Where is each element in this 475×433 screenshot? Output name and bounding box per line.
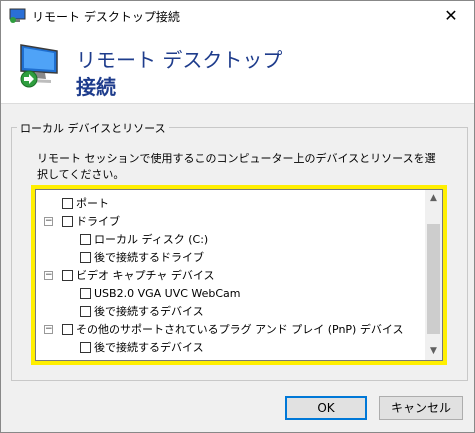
group-legend: ローカル デバイスとリソース [17, 120, 169, 136]
device-tree-list[interactable]: ポート − ドライブ ローカル ディスク (C:) 後で接続するドライブ − ビ… [35, 189, 443, 361]
checkbox[interactable] [80, 306, 91, 317]
dialog-window: リモート デスクトップ接続 ✕ リモート デスクトップ 接続 ローカル デバイス… [0, 0, 475, 433]
tree-item-label: ローカル ディスク (C:) [94, 233, 209, 246]
tree-item[interactable]: ローカル ディスク (C:) [44, 231, 424, 249]
checkbox[interactable] [62, 324, 73, 335]
tree-item[interactable]: USB2.0 VGA UVC WebCam [44, 285, 424, 303]
header-divider [1, 103, 474, 104]
checkbox[interactable] [62, 216, 73, 227]
scroll-down-icon[interactable]: ▼ [425, 343, 442, 360]
checkbox[interactable] [80, 288, 91, 299]
close-icon[interactable]: ✕ [428, 1, 474, 31]
tree-item[interactable]: − ドライブ [44, 213, 424, 231]
collapse-icon[interactable]: − [44, 217, 53, 226]
tree-item[interactable]: ポート [44, 195, 424, 213]
vertical-scrollbar[interactable]: ▲ ▼ [425, 190, 442, 360]
checkbox[interactable] [62, 198, 73, 209]
cancel-button[interactable]: キャンセル [379, 396, 463, 420]
remote-desktop-monitor-icon [20, 44, 58, 88]
tree-item-label: ビデオ キャプチャ デバイス [76, 269, 215, 282]
checkbox[interactable] [62, 270, 73, 281]
tree-item-label: ポート [76, 197, 109, 210]
tree-item[interactable]: − ビデオ キャプチャ デバイス [44, 267, 424, 285]
tree-item-label: 後で接続するデバイス [94, 341, 204, 354]
title-bar: リモート デスクトップ接続 ✕ [1, 1, 474, 31]
header-title-line1: リモート デスクトップ [76, 48, 283, 72]
collapse-icon[interactable]: − [44, 271, 53, 280]
collapse-icon[interactable]: − [44, 325, 53, 334]
tree-item-label: 後で接続するデバイス [94, 305, 204, 318]
tree-item-label: ドライブ [76, 215, 120, 228]
tree-item-label: 後で接続するドライブ [94, 251, 204, 264]
scroll-up-icon[interactable]: ▲ [425, 190, 442, 207]
tree-item-label: USB2.0 VGA UVC WebCam [94, 287, 241, 300]
checkbox[interactable] [80, 342, 91, 353]
tree-item-label: その他のサポートされているプラグ アンド プレイ (PnP) デバイス [76, 323, 404, 336]
checkbox[interactable] [80, 234, 91, 245]
tree-item[interactable]: 後で接続するドライブ [44, 249, 424, 267]
header-banner: リモート デスクトップ 接続 [1, 31, 474, 104]
tree-item[interactable]: 後で接続するデバイス [44, 339, 424, 357]
tree-item[interactable]: − その他のサポートされているプラグ アンド プレイ (PnP) デバイス [44, 321, 424, 339]
checkbox[interactable] [80, 252, 91, 263]
ok-button[interactable]: OK [285, 396, 367, 420]
scrollbar-thumb[interactable] [427, 224, 440, 334]
group-description: リモート セッションで使用するこのコンピューター上のデバイスとリソースを選択して… [37, 152, 436, 181]
window-title: リモート デスクトップ接続 [32, 10, 180, 24]
header-title-line2: 接続 [76, 75, 116, 99]
tree-item[interactable]: 後で接続するデバイス [44, 303, 424, 321]
remote-desktop-app-icon [9, 8, 26, 23]
